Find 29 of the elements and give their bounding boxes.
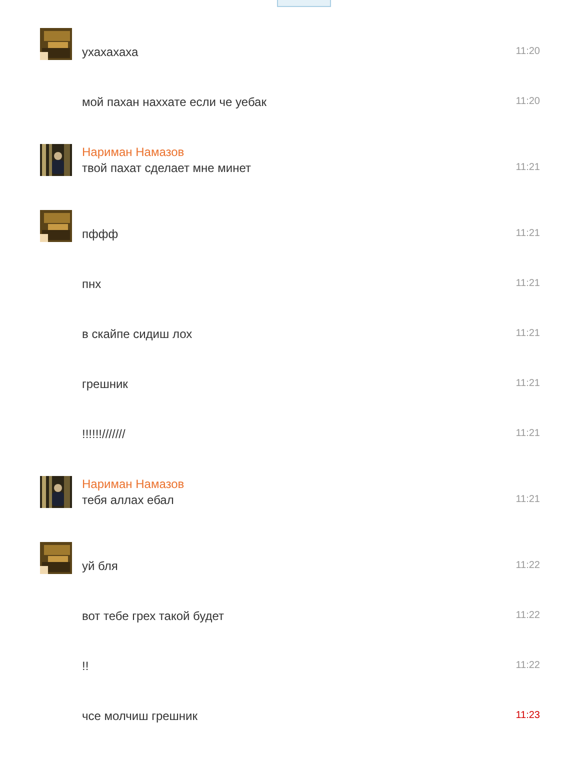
message-text: тебя аллах ебал <box>82 492 174 508</box>
message-text: !!!!!!/////// <box>82 426 126 442</box>
message-time: 11:21 <box>516 227 540 241</box>
message-text: грешник <box>82 376 128 392</box>
message-time: 11:22 <box>516 559 540 573</box>
message-text: вот тебе грех такой будет <box>82 608 224 624</box>
message-text: ухахахаха <box>82 44 138 60</box>
message-text: чсе молчиш грешник <box>82 708 198 724</box>
top-tab[interactable] <box>277 0 331 7</box>
message-text: уй бля <box>82 558 118 574</box>
message-time: 11:21 <box>516 277 540 291</box>
message-time: 11:21 <box>516 161 540 175</box>
message-time: 11:22 <box>516 659 540 673</box>
message-time: 11:21 <box>516 493 540 507</box>
message-time: 11:20 <box>516 95 540 109</box>
message-text: твой пахат сделает мне минет <box>82 160 252 176</box>
message-text: пнх <box>82 276 102 292</box>
message-text: пффф <box>82 226 118 242</box>
message-time: 11:21 <box>516 327 540 341</box>
message-time: 11:21 <box>516 377 540 391</box>
author-name[interactable]: Нариман Намазов <box>82 144 540 160</box>
message-time: 11:23 <box>516 709 540 723</box>
author-name[interactable]: Нариман Намазов <box>82 476 540 492</box>
message-text: !! <box>82 658 89 674</box>
message-text: мой пахан наххате если че уебак <box>82 94 266 110</box>
message-time: 11:21 <box>516 427 540 441</box>
message-time: 11:20 <box>516 45 540 59</box>
message-time: 11:22 <box>516 609 540 623</box>
message-text: в скайпе сидиш лох <box>82 326 192 342</box>
